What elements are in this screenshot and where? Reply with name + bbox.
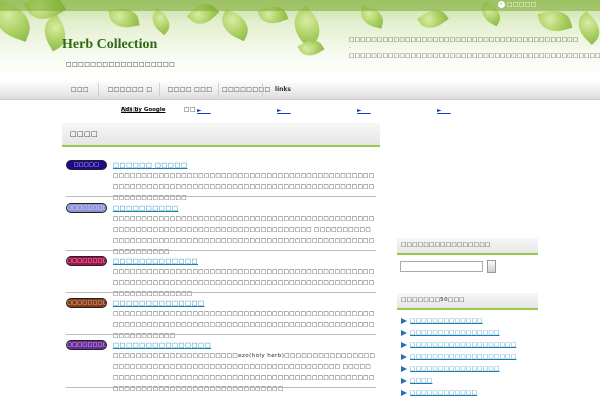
search-widget-heading: □□□□□□□□□□□□□□□□ bbox=[401, 242, 491, 248]
search-input[interactable] bbox=[400, 261, 483, 272]
category-badge[interactable]: □□□□□ bbox=[66, 160, 107, 170]
sidebar-link-label: □□□□□□□□□□□□□□□□ bbox=[410, 366, 500, 372]
item-body: □□□□□□□□□□□□□□□□□□□□□□□□□□□□□□□□□□□□□□□□… bbox=[113, 173, 375, 201]
main-heading: □□□□ bbox=[70, 130, 99, 138]
divider bbox=[66, 334, 376, 335]
top-link[interactable]: › □□□□□ bbox=[497, 1, 537, 8]
nav-item-home[interactable]: □□□ bbox=[68, 80, 92, 100]
divider bbox=[66, 292, 376, 293]
arrow-right-icon bbox=[401, 342, 407, 348]
popular-heading-bar: □□□□□□□50□□□ bbox=[397, 293, 538, 310]
arrow-right-icon bbox=[401, 318, 407, 324]
top-link-label: □□□□□ bbox=[506, 1, 537, 8]
ads-by-google-label[interactable]: Ads by Google bbox=[121, 107, 165, 113]
category-badge[interactable]: □□□□□□□□□□ bbox=[66, 203, 107, 213]
sidebar-link[interactable]: □□□□□□□□□□□□ bbox=[401, 390, 477, 396]
sidebar-link[interactable]: □□□□ bbox=[401, 378, 432, 384]
main-nav: □□□ □□□□□□ □ □□□ □□□□ □□□ □□ □□□□□□□□ li… bbox=[0, 80, 600, 113]
sidebar-link[interactable]: □□□□□□□□□□□□□□□□ bbox=[401, 366, 500, 372]
ads-row: Ads by Google ►___ ►___ ►___ ►___ bbox=[0, 107, 600, 117]
ad-link[interactable]: ►___ bbox=[277, 107, 291, 114]
arrow-right-icon bbox=[401, 330, 407, 336]
sidebar-link-label: □□□□□□□□□□□□ bbox=[410, 390, 478, 396]
item-body: □□□□□□□□□□□□□□□□□□□□□□□□□□□□□□□□□□□□□□□□… bbox=[113, 311, 375, 339]
nav-item-links[interactable]: links bbox=[270, 80, 296, 100]
arrow-right-icon: › bbox=[497, 1, 505, 8]
popular-heading: □□□□□□□50□□□ bbox=[401, 297, 465, 303]
nav-item-4[interactable]: □□□□□□□□ bbox=[222, 80, 270, 100]
nav-divider bbox=[159, 83, 160, 97]
leaf-decoration bbox=[147, 8, 175, 36]
divider bbox=[66, 250, 376, 251]
item-title-link[interactable]: □□□□□□□□□□ bbox=[113, 204, 178, 212]
leaf-decoration bbox=[216, 8, 254, 42]
sidebar-link[interactable]: □□□□□□□□□□□□□□□□□□□ bbox=[401, 342, 516, 348]
ad-link[interactable]: ►___ bbox=[437, 107, 451, 114]
sidebar-link[interactable]: □□□□□□□□□□□□□ bbox=[401, 318, 483, 324]
category-badge[interactable]: □□□□□□□□□□ bbox=[66, 298, 107, 308]
category-badge[interactable]: □□□□□□□□□□ bbox=[66, 256, 107, 266]
item-title-link[interactable]: □□□□□□□□□□□□□ bbox=[113, 257, 198, 265]
arrow-right-icon bbox=[401, 366, 407, 372]
divider bbox=[66, 387, 376, 388]
divider bbox=[66, 196, 376, 197]
sidebar-link[interactable]: □□□□□□□□□□□□□□□□ bbox=[401, 330, 500, 336]
ad-link[interactable]: ►___ bbox=[357, 107, 371, 114]
nav-item-3[interactable]: □□□□ □□□ □□ bbox=[164, 80, 216, 113]
main-heading-bar: □□□□ bbox=[62, 123, 380, 147]
header-banner: › □□□□□ Herb Collection □□□□□□□□□□□□□□□□… bbox=[0, 0, 600, 76]
item-body: □□□□□□□□□□□□□□□□□□□□□□□□□□□□□□□□□□□□□□□□… bbox=[113, 269, 375, 297]
nav-divider bbox=[98, 83, 99, 97]
sidebar-link[interactable]: □□□□□□□□□□□□□□□□□□□ bbox=[401, 354, 516, 360]
sidebar-link-label: □□□□ bbox=[410, 378, 433, 384]
item-body: □□□□□□□□□□□□□□□□□□□□□□□□□□□□□□□□□□□□□□□□… bbox=[113, 216, 375, 255]
site-description: □□□□□□□□□□□□□□□□□□□□□□□□□□□□□□□□□□□□□□□□… bbox=[349, 37, 600, 59]
sidebar-link-label: □□□□□□□□□□□□□□□□□□□ bbox=[410, 342, 517, 348]
arrow-right-icon bbox=[401, 390, 407, 396]
nav-item-2[interactable]: □□□□□□ □ □□□ bbox=[104, 80, 156, 113]
search-button[interactable] bbox=[487, 260, 496, 273]
site-tagline: □□□□□□□□□□□□□□□□□□ bbox=[66, 61, 176, 68]
sidebar-link-label: □□□□□□□□□□□□□□□□ bbox=[410, 330, 500, 336]
item-body: □□□□□□□□□□□□□□□□□□□□□□ezo(holy herb)□□□□… bbox=[113, 353, 376, 392]
search-widget-heading-bar: □□□□□□□□□□□□□□□□ bbox=[397, 238, 538, 255]
sidebar-link-label: □□□□□□□□□□□□□ bbox=[410, 318, 483, 324]
item-title-link[interactable]: □□□□□□ □□□□□ bbox=[113, 161, 187, 169]
nav-divider bbox=[218, 83, 219, 97]
ad-link[interactable]: ►___ bbox=[197, 107, 211, 114]
item-title-link[interactable]: □□□□□□□□□□□□□□□ bbox=[113, 341, 211, 349]
arrow-right-icon bbox=[401, 378, 407, 384]
sidebar-link-label: □□□□□□□□□□□□□□□□□□□ bbox=[410, 354, 517, 360]
arrow-right-icon bbox=[401, 354, 407, 360]
category-badge[interactable]: □□□□□□□□□□ bbox=[66, 340, 107, 350]
item-title-link[interactable]: □□□□□□□□□□□□□□ bbox=[113, 299, 205, 307]
site-title[interactable]: Herb Collection bbox=[62, 37, 157, 53]
nav-divider bbox=[262, 83, 263, 97]
